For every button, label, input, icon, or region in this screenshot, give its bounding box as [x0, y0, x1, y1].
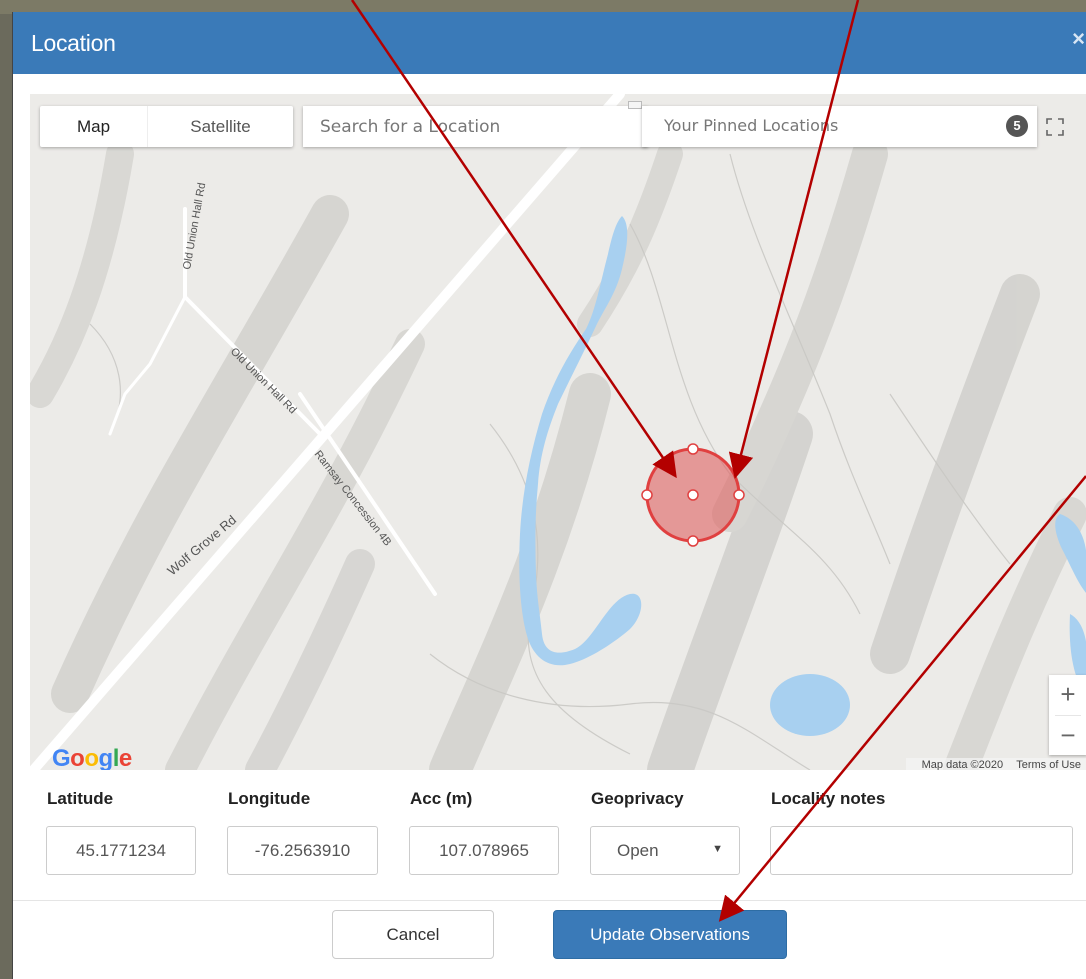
- map-type-satellite-button[interactable]: Satellite: [147, 106, 293, 147]
- map-data-text: Map data ©2020: [921, 759, 1004, 770]
- location-modal: Location × Old Union Hall Rd Old Union H…: [12, 12, 1086, 979]
- cancel-button[interactable]: Cancel: [332, 910, 494, 959]
- longitude-input[interactable]: [227, 826, 378, 875]
- close-icon[interactable]: ×: [1072, 26, 1085, 52]
- location-fields: Latitude Longitude Acc (m) Geoprivacy Op…: [13, 770, 1086, 900]
- fullscreen-icon[interactable]: [1044, 116, 1066, 138]
- chevron-down-icon: ▼: [712, 843, 723, 855]
- google-logo: Google: [52, 745, 132, 770]
- modal-title: Location: [31, 30, 116, 56]
- terms-link[interactable]: Terms of Use: [1016, 759, 1081, 770]
- footer-divider: [13, 900, 1086, 901]
- zoom-out-button[interactable]: −: [1049, 716, 1086, 756]
- pinned-locations-select[interactable]: Your Pinned Locations 5: [642, 106, 1037, 147]
- geoprivacy-value: Open: [617, 841, 659, 860]
- pinned-locations-label: Your Pinned Locations: [664, 116, 839, 135]
- search-tag-icon: [628, 101, 642, 109]
- pinned-count-badge: 5: [1006, 115, 1028, 137]
- latitude-input[interactable]: [46, 826, 196, 875]
- geoprivacy-select[interactable]: Open ▼: [590, 826, 740, 875]
- zoom-control: + −: [1049, 675, 1086, 755]
- map-type-map-button[interactable]: Map: [40, 106, 147, 147]
- geoprivacy-label: Geoprivacy: [591, 789, 684, 808]
- radius-handle-top[interactable]: [687, 443, 699, 455]
- latitude-label: Latitude: [47, 789, 114, 808]
- modal-header: Location ×: [13, 12, 1086, 74]
- center-handle[interactable]: [687, 489, 699, 501]
- longitude-label: Longitude: [228, 789, 311, 808]
- radius-handle-left[interactable]: [641, 489, 653, 501]
- map-terrain: Old Union Hall Rd Old Union Hall Rd Wolf…: [30, 94, 1086, 770]
- accuracy-label: Acc (m): [410, 789, 473, 808]
- update-observations-button[interactable]: Update Observations: [553, 910, 787, 959]
- map-canvas[interactable]: Old Union Hall Rd Old Union Hall Rd Wolf…: [30, 94, 1086, 770]
- locality-notes-label: Locality notes: [771, 789, 886, 808]
- accuracy-input[interactable]: [409, 826, 559, 875]
- map-attribution: Map data ©2020 Terms of Use: [905, 758, 1086, 770]
- map-type-control: Map Satellite: [40, 106, 293, 147]
- radius-handle-bottom[interactable]: [687, 535, 699, 547]
- location-search-input[interactable]: [303, 106, 648, 147]
- radius-handle-right[interactable]: [733, 489, 745, 501]
- locality-notes-input[interactable]: [770, 826, 1073, 875]
- zoom-in-button[interactable]: +: [1049, 675, 1086, 715]
